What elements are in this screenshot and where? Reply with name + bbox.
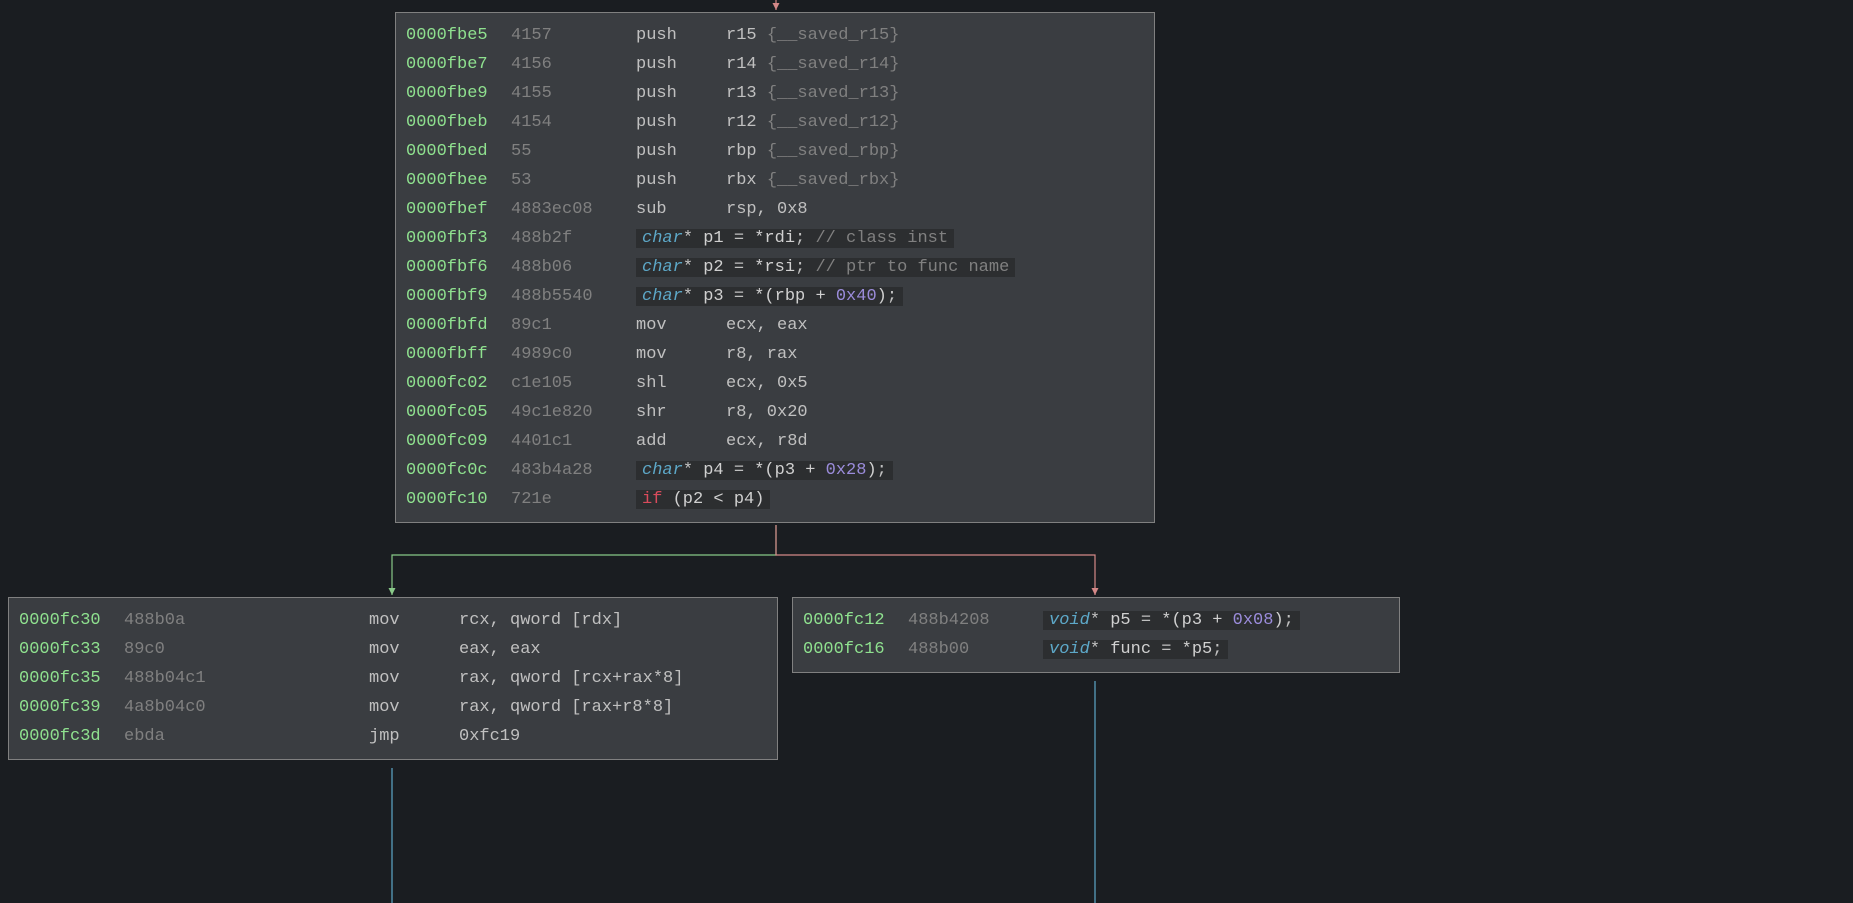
address: 0000fc39 [19,698,124,717]
hex-bytes: 4a8b04c0 [124,698,369,717]
disasm-row[interactable]: 0000fbff4989c0movr8, rax [406,340,1144,369]
address: 0000fbfd [406,316,511,335]
hex-bytes: 488b4208 [908,611,1043,630]
disasm-row[interactable]: 0000fbf6488b06char* p2 = *rsi; // ptr to… [406,253,1144,282]
hex-bytes: 488b06 [511,258,636,277]
hex-bytes: 53 [511,171,636,190]
mnemonic: shl [636,374,726,393]
hex-bytes: 55 [511,142,636,161]
mnemonic: sub [636,200,726,219]
hex-bytes: 488b5540 [511,287,636,306]
address: 0000fc30 [19,611,124,630]
disasm-row[interactable]: 0000fbeb4154pushr12 {__saved_r12} [406,108,1144,137]
mnemonic: mov [369,698,459,717]
disasm-row[interactable]: 0000fc16488b00void* func = *p5; [803,635,1389,664]
decompiled-line: if (p2 < p4) [636,490,770,509]
address: 0000fc35 [19,669,124,688]
hex-bytes: 483b4a28 [511,461,636,480]
disasm-row[interactable]: 0000fbee53pushrbx {__saved_rbx} [406,166,1144,195]
disasm-row[interactable]: 0000fc0c483b4a28char* p4 = *(p3 + 0x28); [406,456,1144,485]
hex-bytes: 89c0 [124,640,369,659]
disasm-row[interactable]: 0000fbef4883ec08subrsp, 0x8 [406,195,1144,224]
disasm-row[interactable]: 0000fc02c1e105shlecx, 0x5 [406,369,1144,398]
mnemonic: push [636,55,726,74]
address: 0000fc10 [406,490,511,509]
hex-bytes: 721e [511,490,636,509]
decompiled-line: char* p4 = *(p3 + 0x28); [636,461,893,480]
disasm-row[interactable]: 0000fbe74156pushr14 {__saved_r14} [406,50,1144,79]
decompiled-line: char* p3 = *(rbp + 0x40); [636,287,903,306]
disasm-row[interactable]: 0000fbfd89c1movecx, eax [406,311,1144,340]
disasm-row[interactable]: 0000fc30488b0amovrcx, qword [rdx] [19,606,767,635]
address: 0000fc09 [406,432,511,451]
disasm-row[interactable]: 0000fbf9488b5540char* p3 = *(rbp + 0x40)… [406,282,1144,311]
mnemonic: mov [636,345,726,364]
mnemonic: shr [636,403,726,422]
hex-bytes: 49c1e820 [511,403,636,422]
address: 0000fbf3 [406,229,511,248]
disasm-row[interactable]: 0000fc0549c1e820shrr8, 0x20 [406,398,1144,427]
hex-bytes: 4401c1 [511,432,636,451]
disasm-row[interactable]: 0000fc3389c0moveax, eax [19,635,767,664]
decompiled-line: void* p5 = *(p3 + 0x08); [1043,611,1300,630]
disasm-row[interactable]: 0000fc10721eif (p2 < p4) [406,485,1144,514]
address: 0000fc0c [406,461,511,480]
mnemonic: push [636,113,726,132]
address: 0000fbeb [406,113,511,132]
address: 0000fc33 [19,640,124,659]
address: 0000fc12 [803,611,908,630]
address: 0000fbf9 [406,287,511,306]
disasm-row[interactable]: 0000fbe54157pushr15 {__saved_r15} [406,21,1144,50]
decompiled-line: void* func = *p5; [1043,640,1228,659]
decompiled-line: char* p2 = *rsi; // ptr to func name [636,258,1015,277]
hex-bytes: 4157 [511,26,636,45]
mnemonic: mov [636,316,726,335]
mnemonic: push [636,26,726,45]
disasm-row[interactable]: 0000fbf3488b2fchar* p1 = *rdi; // class … [406,224,1144,253]
mnemonic: mov [369,669,459,688]
mnemonic: push [636,142,726,161]
disasm-row[interactable]: 0000fc12488b4208void* p5 = *(p3 + 0x08); [803,606,1389,635]
cfg-block-right[interactable]: 0000fc12488b4208void* p5 = *(p3 + 0x08);… [792,597,1400,673]
address: 0000fc05 [406,403,511,422]
mnemonic: mov [369,611,459,630]
address: 0000fbe5 [406,26,511,45]
hex-bytes: 4883ec08 [511,200,636,219]
disasm-row[interactable]: 0000fbed55pushrbp {__saved_rbp} [406,137,1144,166]
address: 0000fbf6 [406,258,511,277]
hex-bytes: 4989c0 [511,345,636,364]
address: 0000fbe7 [406,55,511,74]
mnemonic: push [636,171,726,190]
address: 0000fbef [406,200,511,219]
disasm-row[interactable]: 0000fc35488b04c1movrax, qword [rcx+rax*8… [19,664,767,693]
hex-bytes: 4154 [511,113,636,132]
hex-bytes: 488b00 [908,640,1043,659]
hex-bytes: 488b2f [511,229,636,248]
mnemonic: jmp [369,727,459,746]
mnemonic: add [636,432,726,451]
hex-bytes: 488b04c1 [124,669,369,688]
hex-bytes: 488b0a [124,611,369,630]
cfg-block-main[interactable]: 0000fbe54157pushr15 {__saved_r15}0000fbe… [395,12,1155,523]
address: 0000fbee [406,171,511,190]
address: 0000fc16 [803,640,908,659]
hex-bytes: 4156 [511,55,636,74]
address: 0000fbed [406,142,511,161]
address: 0000fbff [406,345,511,364]
disasm-row[interactable]: 0000fc394a8b04c0movrax, qword [rax+r8*8] [19,693,767,722]
disasm-row[interactable]: 0000fc094401c1addecx, r8d [406,427,1144,456]
cfg-block-left[interactable]: 0000fc30488b0amovrcx, qword [rdx]0000fc3… [8,597,778,760]
hex-bytes: 4155 [511,84,636,103]
hex-bytes: c1e105 [511,374,636,393]
hex-bytes: ebda [124,727,369,746]
mnemonic: mov [369,640,459,659]
disasm-row[interactable]: 0000fbe94155pushr13 {__saved_r13} [406,79,1144,108]
mnemonic: push [636,84,726,103]
address: 0000fbe9 [406,84,511,103]
address: 0000fc3d [19,727,124,746]
decompiled-line: char* p1 = *rdi; // class inst [636,229,954,248]
hex-bytes: 89c1 [511,316,636,335]
address: 0000fc02 [406,374,511,393]
disasm-row[interactable]: 0000fc3debdajmp0xfc19 [19,722,767,751]
